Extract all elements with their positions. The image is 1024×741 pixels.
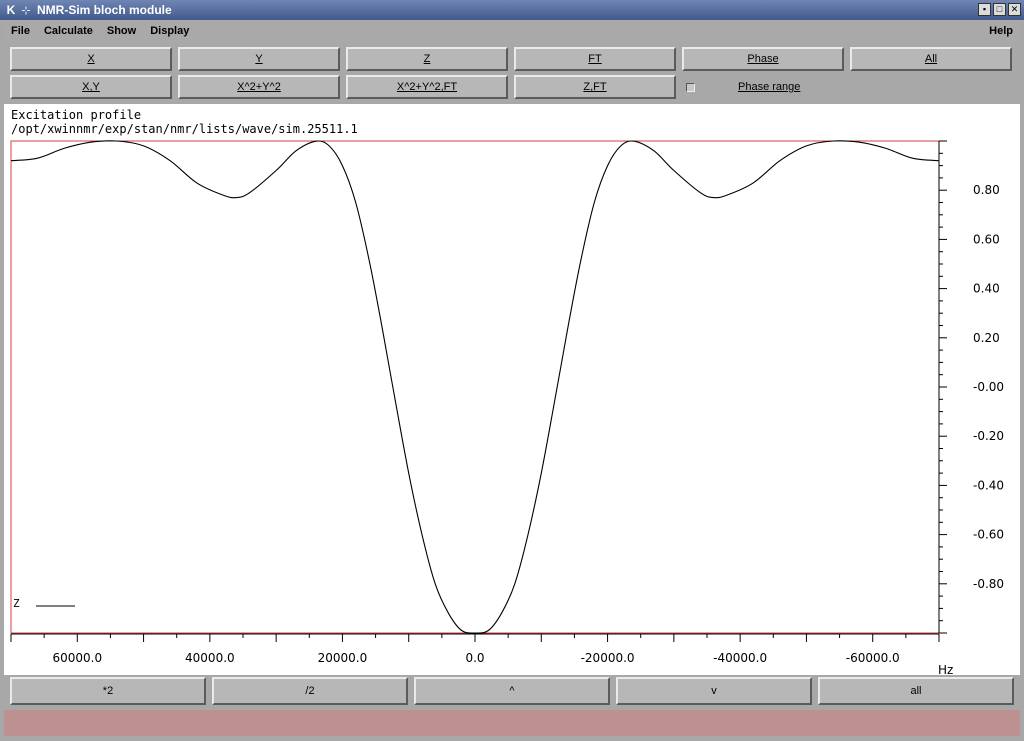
x-tick-label: 0.0	[465, 651, 484, 665]
x-unit-label: Hz	[938, 663, 953, 675]
shift-up-button[interactable]: ^	[414, 677, 610, 705]
phase-range-toggle[interactable]: Phase range	[686, 75, 800, 99]
xy-button[interactable]: X,Y	[10, 75, 172, 99]
window-title: NMR-Sim bloch module	[37, 3, 172, 17]
plot-file-path: /opt/xwinnmr/exp/stan/nmr/lists/wave/sim…	[11, 122, 358, 136]
magnitude-ft-button-label: X^2+Y^2,FT	[396, 81, 458, 93]
zoom-in-button[interactable]: *2	[10, 677, 206, 705]
zoom-out-button[interactable]: /2	[212, 677, 408, 705]
y-button[interactable]: Y	[178, 47, 340, 71]
app-icon[interactable]: K	[3, 2, 19, 18]
plot-canvas[interactable]: Excitation profile /opt/xwinnmr/exp/stan…	[4, 104, 1020, 675]
menu-calculate[interactable]: Calculate	[37, 25, 100, 37]
y-tick-label: -0.80	[973, 577, 1004, 591]
close-icon[interactable]: ✕	[1008, 3, 1021, 16]
magnitude-button[interactable]: X^2+Y^2	[178, 75, 340, 99]
series-z-line	[10, 140, 940, 634]
y-tick-label: -0.40	[973, 478, 1004, 492]
menu-show[interactable]: Show	[100, 25, 143, 37]
y-axis-ticks: 0.80 0.60 0.40 0.20 -0.00 -0.20 -0.40 -0.60 -0.8…	[939, 140, 1004, 634]
maximize-icon[interactable]: □	[993, 3, 1006, 16]
plot-frame	[10, 140, 940, 634]
y-button-label: Y	[255, 53, 263, 65]
pin-icon[interactable]: ⊹	[19, 4, 33, 17]
x-button-label: X	[87, 53, 95, 65]
excitation-profile-chart[interactable]: Excitation profile /opt/xwinnmr/exp/stan…	[4, 104, 1020, 675]
phase-button-label: Phase	[747, 53, 779, 65]
y-tick-label: 0.20	[973, 331, 1000, 345]
z-button-label: Z	[423, 53, 431, 65]
x-button[interactable]: X	[10, 47, 172, 71]
menu-help[interactable]: Help	[982, 25, 1020, 37]
plot-title: Excitation profile	[11, 108, 141, 122]
zoom-all-button[interactable]: all	[818, 677, 1014, 705]
y-tick-label: 0.60	[973, 232, 1000, 246]
shift-down-button[interactable]: v	[616, 677, 812, 705]
y-tick-label: -0.00	[973, 380, 1004, 394]
xy-button-label: X,Y	[82, 81, 100, 93]
y-tick-label: -0.60	[973, 528, 1004, 542]
zoom-button-row: *2 /2 ^ v all	[10, 677, 1014, 707]
z-button[interactable]: Z	[346, 47, 508, 71]
magnitude-button-label: X^2+Y^2	[237, 81, 281, 93]
display-button-row-1: X Y Z FT Phase All	[10, 47, 1012, 72]
window-titlebar[interactable]: K ⊹ NMR-Sim bloch module ▪ □ ✕	[0, 0, 1024, 20]
menu-display[interactable]: Display	[143, 25, 196, 37]
y-tick-label: 0.80	[973, 183, 1000, 197]
x-tick-label: 40000.0	[185, 651, 235, 665]
status-bar	[4, 710, 1020, 736]
x-axis-ticks: 60000.0 40000.0 20000.0 0.0 -20000.0 -40000.0…	[10, 634, 940, 665]
legend-label: Z	[13, 597, 20, 610]
x-tick-label: -20000.0	[581, 651, 635, 665]
z-ft-button-label: Z,FT	[583, 81, 607, 93]
z-ft-button[interactable]: Z,FT	[514, 75, 676, 99]
x-tick-label: 20000.0	[318, 651, 368, 665]
phase-button[interactable]: Phase	[682, 47, 844, 71]
all-button[interactable]: All	[850, 47, 1012, 71]
menu-file[interactable]: File	[4, 25, 37, 37]
x-tick-label: -40000.0	[713, 651, 767, 665]
display-button-row-2: X,Y X^2+Y^2 X^2+Y^2,FT Z,FT Phase range	[10, 75, 1012, 100]
phase-range-checkbox[interactable]	[686, 82, 695, 92]
y-tick-label: -0.20	[973, 429, 1004, 443]
menu-bar: File Calculate Show Display Help	[4, 20, 1020, 42]
x-tick-label: 60000.0	[52, 651, 102, 665]
phase-range-label: Phase range	[738, 81, 801, 93]
magnitude-ft-button[interactable]: X^2+Y^2,FT	[346, 75, 508, 99]
minimize-icon[interactable]: ▪	[978, 3, 991, 16]
y-tick-label: 0.40	[973, 282, 1000, 296]
ft-button-label: FT	[588, 53, 602, 65]
all-button-label: All	[924, 53, 938, 65]
x-tick-label: -60000.0	[846, 651, 900, 665]
ft-button[interactable]: FT	[514, 47, 676, 71]
